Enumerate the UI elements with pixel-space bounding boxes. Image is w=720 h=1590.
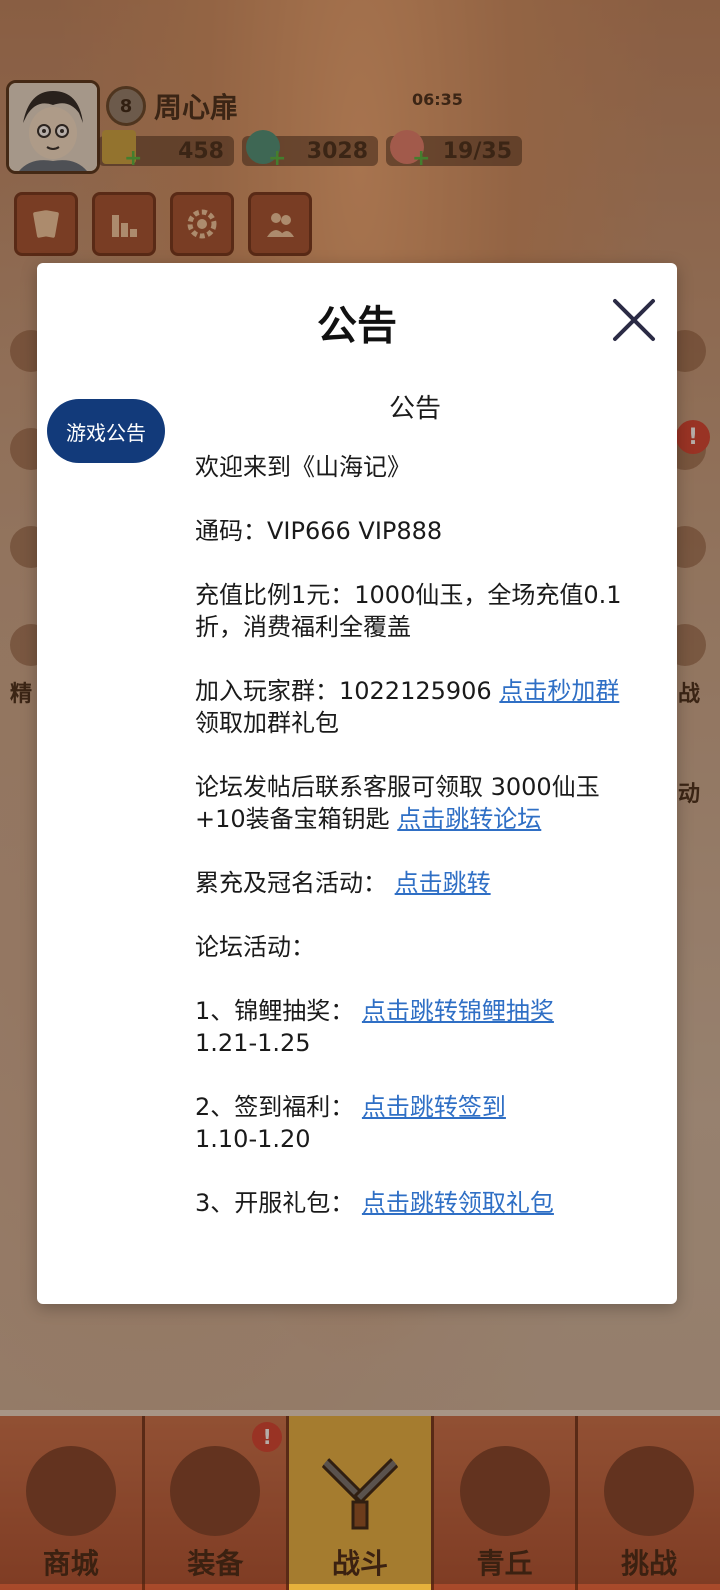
forum-paragraph: 论坛发帖后联系客服可领取 3000仙玉+10装备宝箱钥匙 点击跳转论坛 [195,771,635,835]
tab-game-announcement[interactable]: 游戏公告 [47,399,165,463]
announcement-content: 公告 欢迎来到《山海记》 通码：VIP666 VIP888 充值比例1元：100… [195,393,635,1251]
group-paragraph: 加入玩家群：1022125906 点击秒加群 领取加群礼包 [195,675,635,739]
close-button[interactable] [609,295,659,345]
forum-activity-heading: 论坛活动： [195,933,315,961]
forum-link[interactable]: 点击跳转论坛 [397,805,541,833]
lottery-link[interactable]: 点击跳转锦鲤抽奖 [362,997,554,1025]
activity-1: 1、锦鲤抽奖： 点击跳转锦鲤抽奖 1.21-1.25 [195,995,635,1059]
activity-3: 3、开服礼包： 点击跳转领取礼包 [195,1187,635,1219]
activity-2-date: 1.10-1.20 [195,1125,311,1153]
activity-3-label: 3、开服礼包： [195,1189,362,1217]
code-text: 通码：VIP666 VIP888 [195,517,443,545]
gift-pack-link[interactable]: 点击跳转领取礼包 [362,1189,554,1217]
event-link[interactable]: 点击跳转 [395,869,491,897]
join-group-link[interactable]: 点击秒加群 [499,677,619,705]
recharge-text: 充值比例1元：1000仙玉，全场充值0.1折，消费福利全覆盖 [195,581,622,641]
activity-1-date: 1.21-1.25 [195,1029,311,1057]
activity-2: 2、签到福利： 点击跳转签到 1.10-1.20 [195,1091,635,1155]
event-prefix: 累充及冠名活动： [195,869,395,897]
activity-1-label: 1、锦鲤抽奖： [195,997,362,1025]
announcement-dialog: 公告 游戏公告 公告 欢迎来到《山海记》 通码：VIP666 VIP888 充值… [37,263,677,1304]
activity-2-label: 2、签到福利： [195,1093,362,1121]
event-paragraph: 累充及冠名活动： 点击跳转 [195,867,635,899]
dialog-title: 公告 [317,303,397,349]
group-prefix: 加入玩家群：1022125906 [195,677,500,705]
group-suffix: 领取加群礼包 [195,709,339,737]
content-title: 公告 [388,394,441,424]
close-icon [613,299,655,341]
welcome-text: 欢迎来到《山海记》 [195,453,411,481]
checkin-link[interactable]: 点击跳转签到 [362,1093,506,1121]
